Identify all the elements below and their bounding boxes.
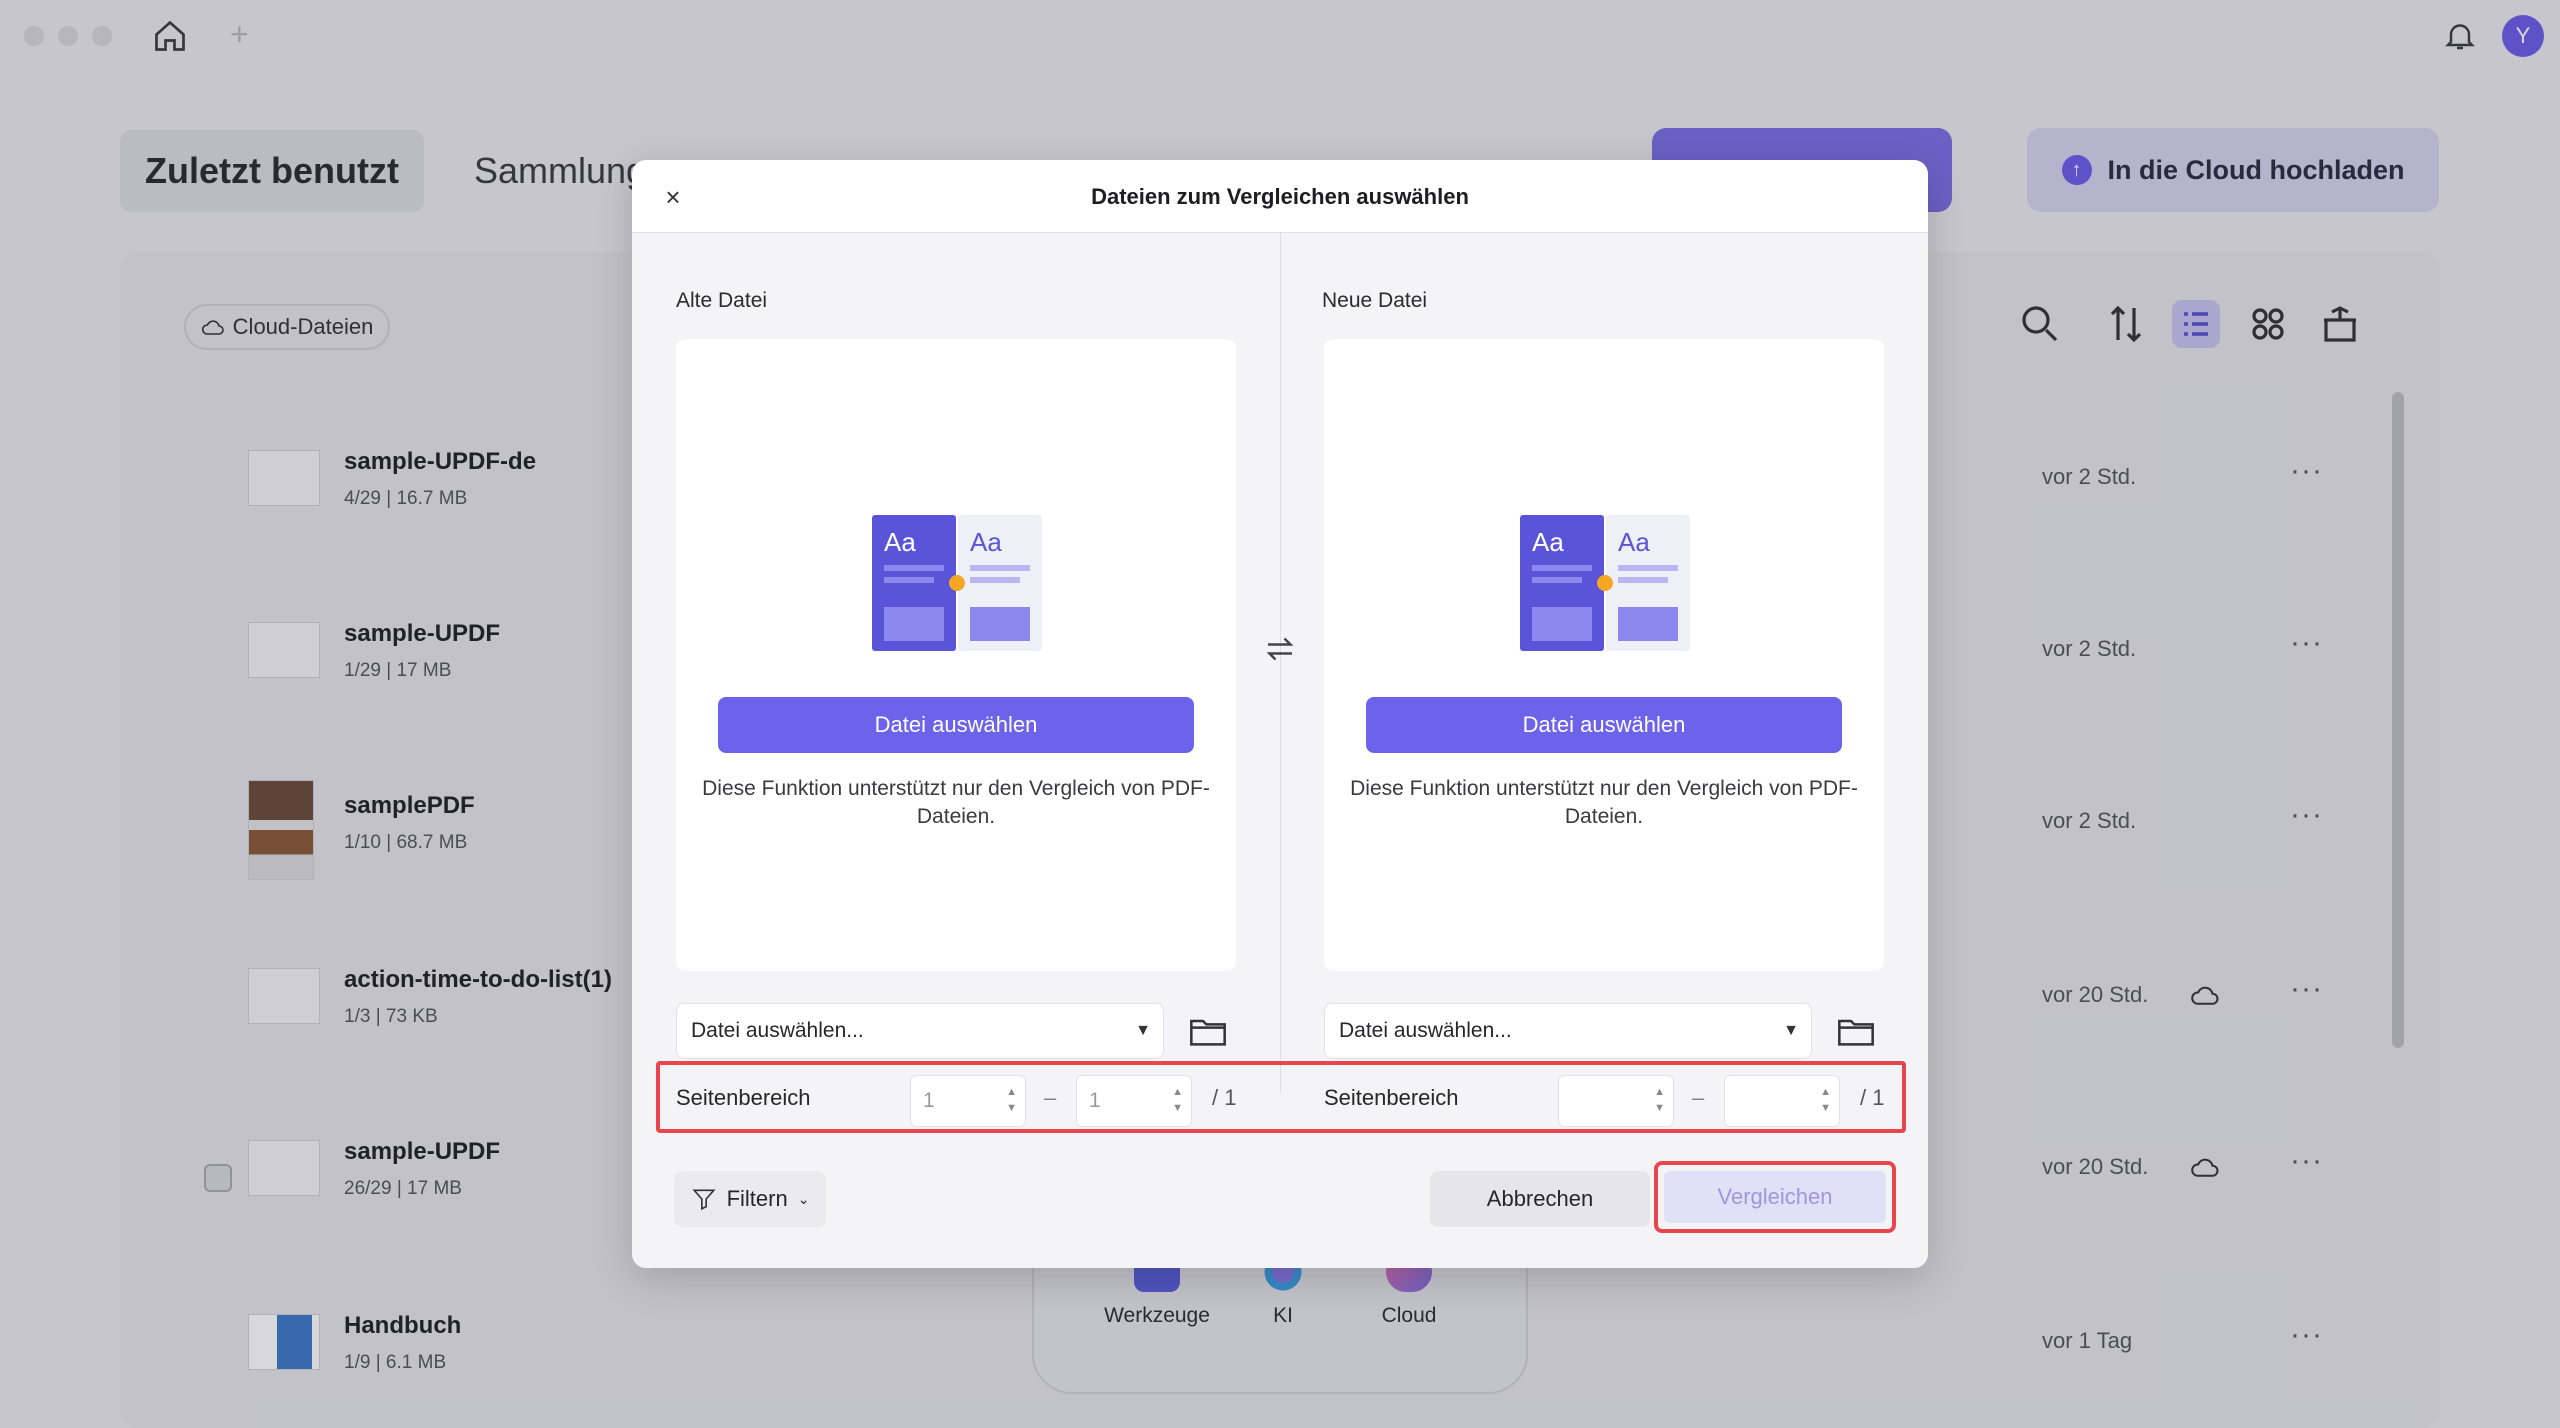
new-range-from-stepper[interactable]: ▲ ▼	[1558, 1075, 1674, 1127]
dialog-title: Dateien zum Vergleichen auswählen	[1091, 184, 1469, 209]
filter-button[interactable]: Filtern ⌄	[674, 1171, 826, 1227]
stepper-arrows-icon[interactable]: ▲ ▼	[1172, 1084, 1183, 1116]
old-range-from-stepper[interactable]: 1 ▲ ▼	[910, 1075, 1026, 1127]
page-range-highlight	[656, 1061, 1906, 1133]
old-file-drop-zone[interactable]: Aa Aa Datei auswählen Diese Funktion unt…	[676, 339, 1236, 971]
folder-icon[interactable]	[1836, 1013, 1876, 1049]
old-file-hint: Diese Funktion unterstützt nur den Vergl…	[702, 777, 1210, 828]
svg-text:Aa: Aa	[884, 527, 916, 557]
stepper-arrows-icon[interactable]: ▲ ▼	[1820, 1084, 1831, 1116]
old-choose-file-button[interactable]: Datei auswählen	[718, 697, 1194, 753]
new-range-to-stepper[interactable]: ▲ ▼	[1724, 1075, 1840, 1127]
swap-icon[interactable]	[1262, 631, 1298, 667]
range-dash: –	[1044, 1085, 1057, 1110]
filter-label: Filtern	[726, 1186, 788, 1211]
filter-icon	[692, 1189, 716, 1211]
chevron-down-icon: ▼	[1783, 1022, 1799, 1039]
cancel-button[interactable]: Abbrechen	[1430, 1171, 1650, 1227]
new-choose-file-button[interactable]: Datei auswählen	[1366, 697, 1842, 753]
dialog-body: Alte Datei Aa Aa Datei auswählen Diese F…	[632, 232, 1928, 1268]
old-file-select[interactable]: Datei auswählen... ▼	[676, 1003, 1164, 1059]
stepper-arrows-icon[interactable]: ▲ ▼	[1006, 1084, 1017, 1116]
range-dash: –	[1692, 1085, 1705, 1110]
compare-button[interactable]: Vergleichen	[1664, 1171, 1886, 1223]
svg-text:Aa: Aa	[1532, 527, 1564, 557]
folder-icon[interactable]	[1188, 1013, 1228, 1049]
old-range-total: / 1	[1212, 1085, 1237, 1110]
svg-text:Aa: Aa	[970, 527, 1002, 557]
chevron-down-icon: ⌄	[797, 1190, 810, 1207]
compare-illustration-icon: Aa Aa	[872, 515, 1042, 651]
chevron-down-icon: ▼	[1135, 1022, 1151, 1039]
old-range-to-stepper[interactable]: 1 ▲ ▼	[1076, 1075, 1192, 1127]
compare-dialog: × Dateien zum Vergleichen auswählen Alte…	[632, 160, 1928, 1268]
old-page-range-label: Seitenbereich	[676, 1085, 811, 1110]
new-file-label: Neue Datei	[1322, 289, 1428, 312]
old-file-label: Alte Datei	[676, 289, 768, 312]
new-file-hint: Diese Funktion unterstützt nur den Vergl…	[1350, 777, 1858, 828]
svg-text:Aa: Aa	[1618, 527, 1650, 557]
new-page-range-label: Seitenbereich	[1324, 1085, 1459, 1110]
new-file-select[interactable]: Datei auswählen... ▼	[1324, 1003, 1812, 1059]
new-range-total: / 1	[1860, 1085, 1885, 1110]
stepper-arrows-icon[interactable]: ▲ ▼	[1654, 1084, 1665, 1116]
new-file-drop-zone[interactable]: Aa Aa Datei auswählen Diese Funktion unt…	[1324, 339, 1884, 971]
compare-illustration-icon: Aa Aa	[1520, 515, 1690, 651]
